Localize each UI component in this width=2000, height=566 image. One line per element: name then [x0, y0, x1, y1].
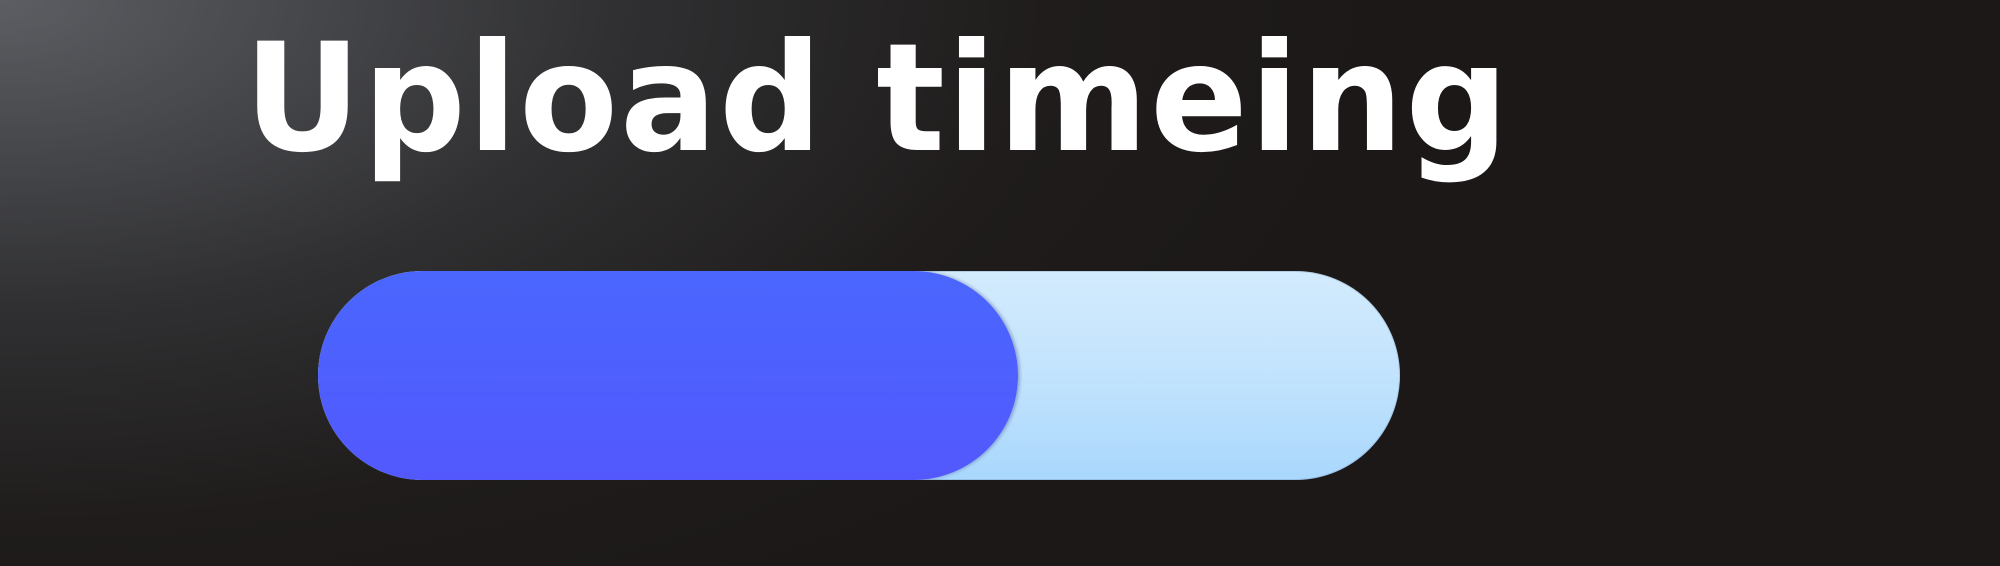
upload-screen: Upload timeing	[0, 0, 2000, 566]
upload-progress-fill	[318, 271, 1019, 480]
upload-title: Upload timeing	[244, 12, 1511, 186]
upload-progress-bar	[318, 271, 1400, 480]
